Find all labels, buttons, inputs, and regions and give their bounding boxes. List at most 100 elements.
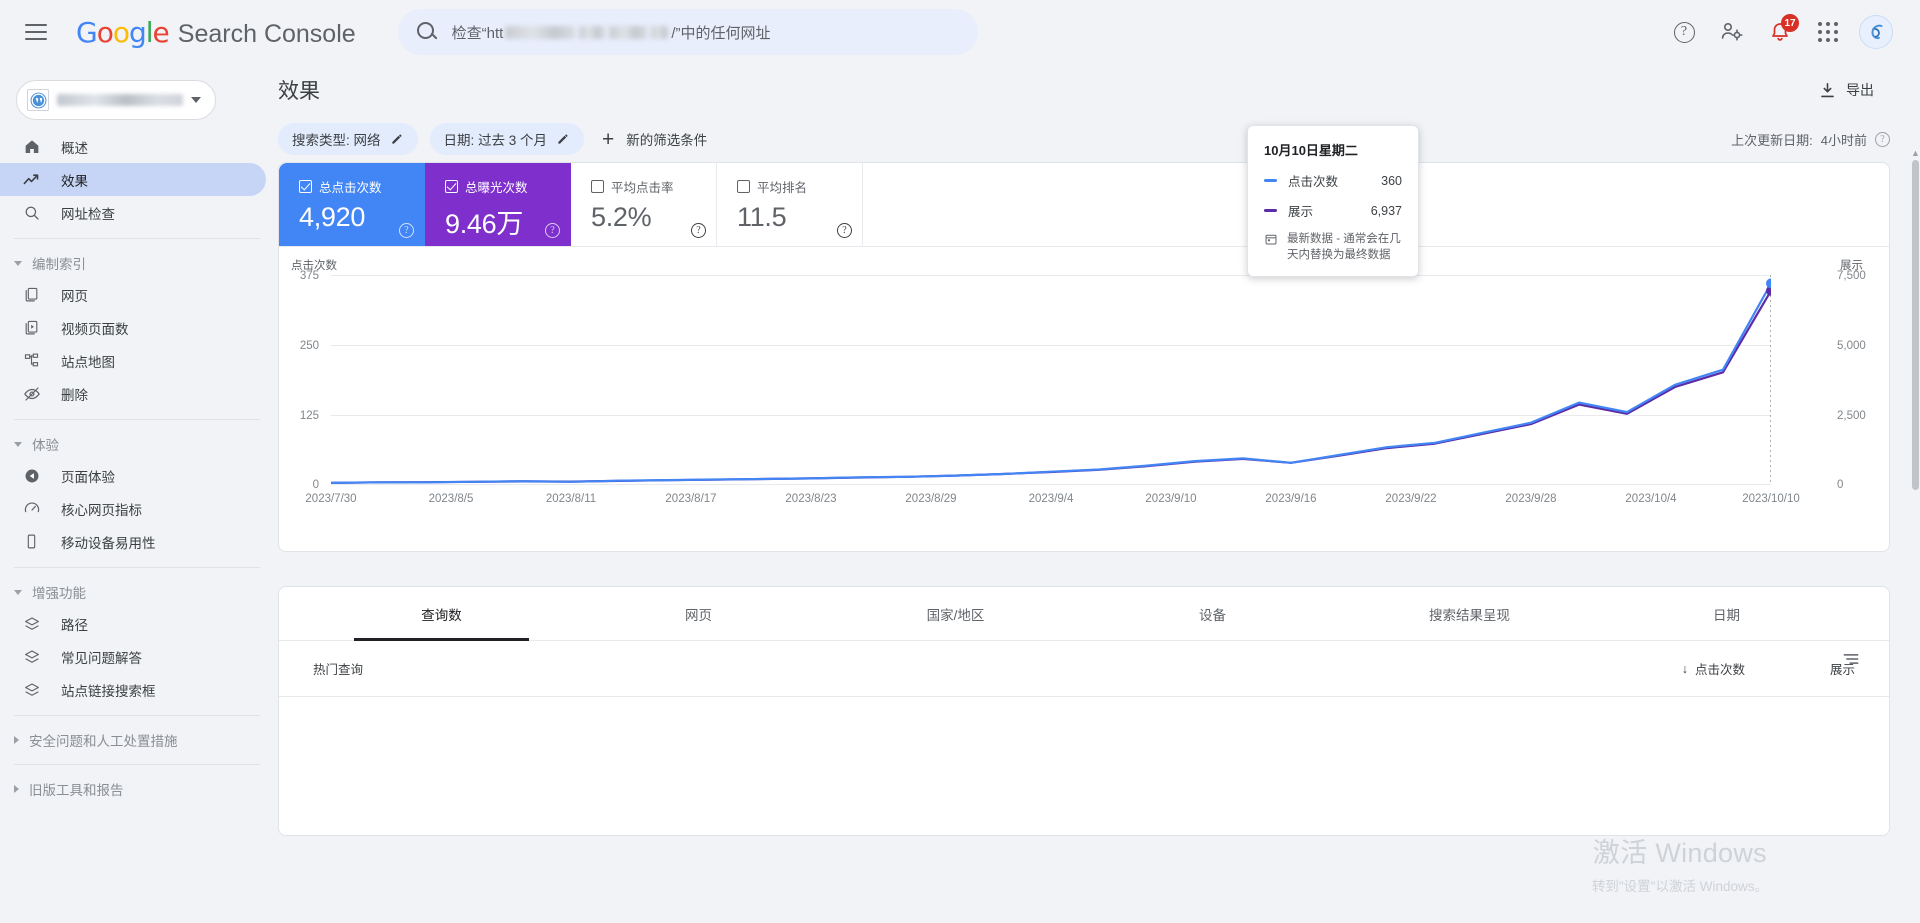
chevron-down-icon <box>14 260 22 266</box>
column-header-clicks[interactable]: ↓ 点击次数 <box>1595 659 1745 678</box>
sidebar-group-experience[interactable]: 体验 <box>0 429 278 459</box>
checkbox-unchecked-icon[interactable] <box>591 180 604 193</box>
sidebar-item-faq[interactable]: 常见问题解答 <box>0 640 266 673</box>
search-input[interactable]: 检查“htt /”中的任何网址 <box>397 9 978 55</box>
checkbox-checked-icon[interactable] <box>299 180 312 193</box>
scroll-up-arrow-icon[interactable]: ▲ <box>1911 148 1920 158</box>
tab-label: 查询数 <box>421 607 462 623</box>
sidebar-item-page-experience[interactable]: 页面体验 <box>0 459 266 492</box>
sidebar-group-enhancements[interactable]: 增强功能 <box>0 577 278 607</box>
filter-chip-search-type[interactable]: 搜索类型: 网络 <box>278 123 418 155</box>
sidebar-item-mobile-usability[interactable]: 移动设备易用性 <box>0 525 266 558</box>
page-scrollbar[interactable]: ▲ ▼ <box>1910 148 1920 923</box>
sidebar-item-sitelinks-searchbox[interactable]: 站点链接搜索框 <box>0 673 266 706</box>
x-tick: 2023/10/10 <box>1742 493 1800 505</box>
sidebar-item-core-web-vitals[interactable]: 核心网页指标 <box>0 492 266 525</box>
series-line-impressions <box>331 289 1771 484</box>
tab-0[interactable]: 查询数 <box>313 587 570 641</box>
menu-icon[interactable] <box>12 8 60 56</box>
avatar-glyph-icon <box>1863 19 1889 45</box>
sidebar-item-sitemaps[interactable]: 站点地图 <box>0 344 266 377</box>
notifications-button[interactable]: 17 <box>1758 10 1802 54</box>
metric-total-clicks[interactable]: 总点击次数 4,920 ? <box>279 163 425 246</box>
tooltip-row-clicks: 点击次数 360 <box>1264 171 1402 190</box>
y-tick-left: 250 <box>299 340 319 352</box>
filter-icon[interactable] <box>1841 649 1861 669</box>
redacted-url-block <box>505 25 576 39</box>
download-icon <box>1821 82 1834 97</box>
sidebar-group-legacy[interactable]: 旧版工具和报告 <box>0 774 278 804</box>
legend-swatch-clicks <box>1264 179 1277 182</box>
home-icon <box>22 137 41 156</box>
chevron-down-icon <box>191 97 201 103</box>
tooltip-date: 10月10日星期二 <box>1264 143 1358 158</box>
column-header-impressions[interactable]: 展示 <box>1745 659 1855 678</box>
last-updated-label: 上次更新日期: <box>1731 132 1813 148</box>
sidebar-item-video-pages[interactable]: 视频页面数 <box>0 311 266 344</box>
filter-chip-date[interactable]: 日期: 过去 3 个月 <box>429 123 585 155</box>
divider <box>14 419 260 420</box>
apps-grid-icon <box>1818 22 1838 42</box>
y-tick-left: 125 <box>299 410 319 422</box>
export-button[interactable]: 导出 <box>1804 72 1888 108</box>
series-point-clicks <box>1766 278 1771 289</box>
google-apps-button[interactable] <box>1806 10 1850 54</box>
checkbox-checked-icon[interactable] <box>445 180 458 193</box>
tab-4[interactable]: 搜索结果呈现 <box>1341 587 1598 640</box>
help-button[interactable]: ? <box>1662 10 1706 54</box>
add-filter-button[interactable]: + 新的筛选条件 <box>596 123 719 156</box>
redacted-url-block <box>609 25 648 39</box>
tab-label: 设备 <box>1199 607 1226 623</box>
tab-label: 国家/地区 <box>926 607 985 623</box>
sidebar-group-label: 增强功能 <box>32 586 86 601</box>
metric-label-row: 总曝光次数 <box>445 177 552 196</box>
tab-2[interactable]: 国家/地区 <box>827 587 1084 640</box>
filter-chip-label: 搜索类型: 网络 <box>292 133 381 148</box>
main-content: 效果 导出 搜索类型: 网络 日期: 过去 3 个月 + 新的筛选条件 上次更新… <box>278 64 1920 923</box>
chart-tooltip: 10月10日星期二 点击次数 360 展示 6,937 最新数据 - 通常会在几… <box>1247 125 1419 277</box>
metric-average-ctr[interactable]: 平均点击率 5.2% ? <box>571 163 717 246</box>
video-pages-icon <box>22 318 41 337</box>
faq-layers-icon <box>22 647 41 666</box>
chevron-down-icon <box>14 589 22 595</box>
series-line-clicks <box>331 282 1771 484</box>
user-settings-button[interactable] <box>1710 10 1754 54</box>
sidebar-item-performance[interactable]: 效果 <box>0 163 266 196</box>
divider <box>14 764 260 765</box>
sidebar-item-breadcrumbs[interactable]: 路径 <box>0 607 266 640</box>
x-tick: 2023/8/29 <box>905 493 957 505</box>
tab-3[interactable]: 设备 <box>1084 587 1341 640</box>
checkbox-unchecked-icon[interactable] <box>737 180 750 193</box>
sidebar-item-label: 核心网页指标 <box>61 502 142 518</box>
help-icon[interactable]: ? <box>545 223 560 238</box>
wordpress-icon <box>27 89 49 111</box>
metric-label-row: 平均排名 <box>737 177 844 196</box>
help-icon[interactable]: ? <box>1875 131 1890 147</box>
sidebar-group-indexing[interactable]: 编制索引 <box>0 248 278 278</box>
divider <box>14 567 260 568</box>
x-tick: 2023/7/30 <box>305 493 357 505</box>
sidebar-item-removals[interactable]: 删除 <box>0 377 266 410</box>
chevron-right-icon <box>14 736 19 744</box>
help-icon[interactable]: ? <box>399 223 414 238</box>
x-tick: 2023/9/28 <box>1505 493 1557 505</box>
x-tick: 2023/8/11 <box>545 493 597 505</box>
metric-total-impressions[interactable]: 总曝光次数 9.46万 ? <box>425 163 571 246</box>
sidebar-item-overview[interactable]: 概述 <box>0 130 266 163</box>
performance-card: 总点击次数 4,920 ? 总曝光次数 9.46万 ? 平均点击率 5.2% ?… <box>278 125 1890 552</box>
tab-5[interactable]: 日期 <box>1598 587 1855 640</box>
sidebar-item-pages[interactable]: 网页 <box>0 278 266 311</box>
metric-cards: 总点击次数 4,920 ? 总曝光次数 9.46万 ? 平均点击率 5.2% ?… <box>279 163 1889 247</box>
scrollbar-thumb[interactable] <box>1912 160 1919 490</box>
metric-average-position[interactable]: 平均排名 11.5 ? <box>717 163 863 246</box>
account-button[interactable] <box>1854 10 1898 54</box>
sidebar-item-url-inspection[interactable]: 网址检查 <box>0 196 266 229</box>
tab-1[interactable]: 网页 <box>570 587 827 640</box>
sidebar-group-security[interactable]: 安全问题和人工处置措施 <box>0 725 278 755</box>
search-placeholder-suffix: /”中的任何网址 <box>671 24 771 42</box>
metric-label-row: 平均点击率 <box>591 177 698 196</box>
help-icon[interactable]: ? <box>837 223 852 238</box>
help-icon[interactable]: ? <box>691 223 706 238</box>
plus-icon: + <box>602 127 615 151</box>
property-selector[interactable] <box>16 80 216 120</box>
